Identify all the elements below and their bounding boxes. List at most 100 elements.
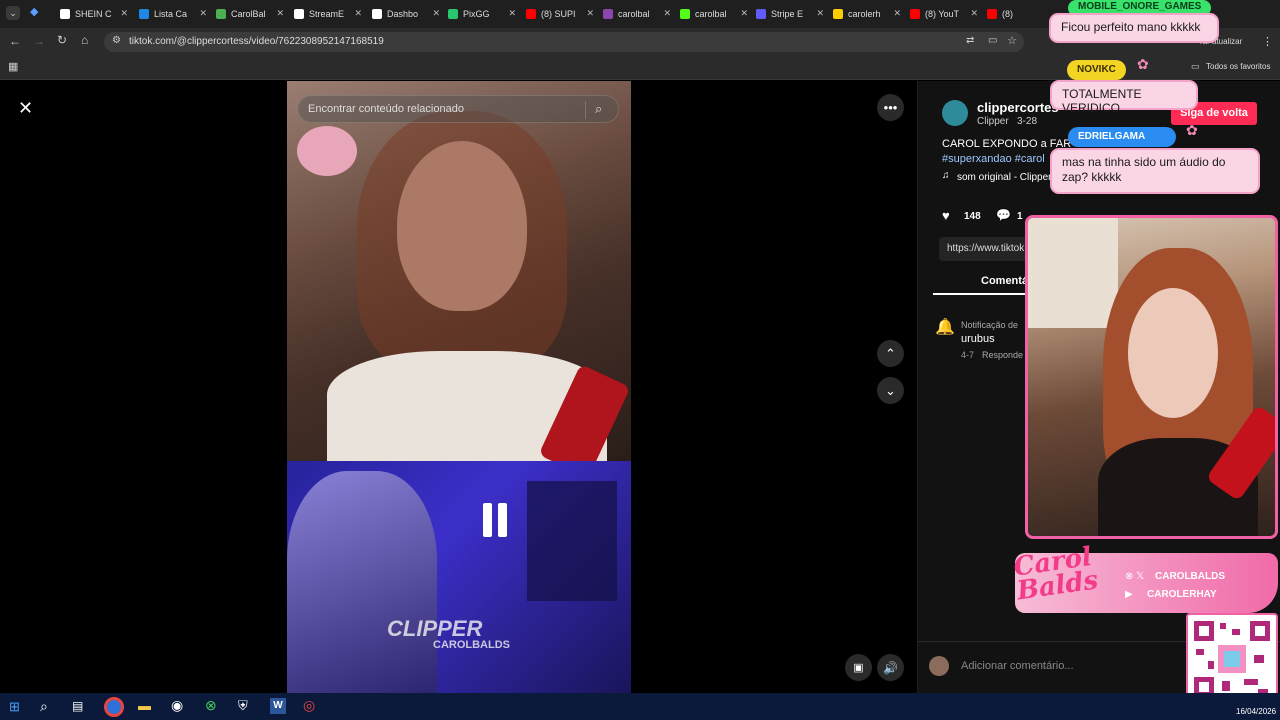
related-content-search[interactable]: Encontrar conteúdo relacionado ⌕ [297, 95, 619, 123]
volume-icon[interactable]: 🔊 [877, 654, 904, 681]
tab-label: carolbal [695, 9, 727, 19]
menu-icon[interactable]: ⋮ [1262, 35, 1273, 48]
browser-tab[interactable]: (8) SUPI ✕ [522, 3, 598, 25]
install-icon[interactable]: ▭ [988, 35, 997, 46]
youtube-icon: ▶ [1125, 589, 1133, 600]
browser-tab[interactable]: PixGG ✕ [444, 3, 520, 25]
reply-link[interactable]: Responde [982, 350, 1023, 360]
tab-close-icon[interactable]: ✕ [740, 8, 748, 19]
back-icon[interactable]: ← [9, 34, 21, 48]
browser-tab[interactable]: carolbal ✕ [599, 3, 675, 25]
music-note-icon: ♫ [942, 170, 950, 181]
add-comment-input[interactable]: Adicionar comentário... [956, 654, 1196, 678]
comment-author[interactable]: Notificação de [961, 320, 1018, 330]
browser-tab[interactable]: (8) YouT ✕ [906, 3, 982, 25]
author-avatar[interactable] [942, 100, 968, 126]
close-video-button[interactable]: ✕ [18, 98, 33, 119]
browser-tab[interactable]: SHEIN C ✕ [56, 3, 132, 25]
like-icon[interactable]: ♥ [942, 208, 950, 223]
tab-label: SHEIN C [75, 9, 112, 19]
author-username[interactable]: clippercortes [977, 100, 1059, 115]
taskbar-search-icon[interactable]: ⌕ [40, 698, 48, 715]
qr-code [1186, 613, 1278, 705]
clipper-watermark-sub: CAROLBALDS [433, 639, 510, 651]
tab-comments[interactable]: Comentá [981, 275, 1028, 287]
tab-label: Dashbo [387, 9, 419, 19]
bookmark-star-icon[interactable]: ☆ [1007, 34, 1017, 47]
pinned-tab[interactable]: ◆ [30, 5, 46, 21]
post-caption: CAROL EXPONDO a FAR [942, 138, 1072, 150]
social-x-handle: CAROLBALDS [1155, 571, 1225, 582]
chat-username-3: EDRIELGAMA [1068, 127, 1176, 147]
all-favorites-link[interactable]: Todos os favoritos [1206, 62, 1270, 71]
hair [357, 111, 567, 371]
tab-close-icon[interactable]: ✕ [586, 8, 594, 19]
plush-toy [297, 126, 357, 176]
tab-label: carolerh [848, 9, 881, 19]
browser-tab[interactable]: Lista Ca ✕ [135, 3, 211, 25]
browser-tab[interactable]: Dashbo ✕ [368, 3, 444, 25]
tab-close-icon[interactable]: ✕ [893, 8, 901, 19]
pause-icon[interactable] [483, 503, 509, 537]
xbox-icon[interactable]: ⊗ [205, 697, 217, 714]
chrome-icon[interactable] [104, 697, 124, 717]
next-video-button[interactable]: ⌄ [877, 377, 904, 404]
previous-video-button[interactable]: ⌃ [877, 340, 904, 367]
task-view-icon[interactable]: ▤ [72, 699, 83, 713]
site-info-icon[interactable]: ⚙ [112, 35, 121, 46]
windows-taskbar: ⊞ ⌕ ▤ ▬ ◉ ⊗ ⛨ W ◎ 16/04/2026 [0, 693, 1280, 720]
tab-close-icon[interactable]: ✕ [970, 8, 978, 19]
tab-favicon-icon [756, 9, 766, 19]
miniplayer-button[interactable]: ▣ [845, 654, 872, 681]
security-icon[interactable]: ⛨ [238, 698, 248, 714]
post-hashtags[interactable]: #superxandao #carol [942, 153, 1045, 165]
tab-close-icon[interactable]: ✕ [199, 8, 207, 19]
word-icon[interactable]: W [270, 698, 286, 714]
tab-close-icon[interactable]: ✕ [354, 8, 362, 19]
translate-icon[interactable]: ⇄ [966, 35, 974, 46]
tab-label: carolbal [618, 9, 650, 19]
comment-count: 1 [1017, 211, 1023, 222]
chat-message-1: Ficou perfeito mano kkkkk [1049, 13, 1219, 43]
browser-tab[interactable]: CarolBal ✕ [212, 3, 288, 25]
browser-tab[interactable]: StreamE ✕ [290, 3, 366, 25]
tab-close-icon[interactable]: ✕ [663, 8, 671, 19]
webcam-overlay [1025, 215, 1278, 539]
tab-favicon-icon [910, 9, 920, 19]
comment-text: urubus [961, 333, 995, 345]
obs-icon[interactable]: ◉ [171, 697, 183, 714]
video-frame-top[interactable] [287, 81, 631, 461]
more-options-button[interactable]: ••• [877, 94, 904, 121]
post-date: 3-28 [1017, 116, 1038, 127]
tab-search-button[interactable]: ⌄ [6, 6, 20, 20]
file-explorer-icon[interactable]: ▬ [138, 698, 151, 713]
flower-decoration: ✿ [1137, 56, 1149, 72]
tab-favicon-icon [294, 9, 304, 19]
browser-tab[interactable]: (8) [983, 3, 1043, 25]
tab-close-icon[interactable]: ✕ [276, 8, 284, 19]
apps-grid-icon[interactable]: ▦ [8, 60, 18, 73]
tab-close-icon[interactable]: ✕ [816, 8, 824, 19]
chat-message-2: TOTALMENTE VERIDICO [1050, 80, 1198, 115]
comment-icon[interactable]: 💬 [996, 208, 1011, 222]
tab-close-icon[interactable]: ✕ [432, 8, 440, 19]
tab-close-icon[interactable]: ✕ [120, 8, 128, 19]
search-icon[interactable]: ⌕ [595, 101, 602, 117]
tab-close-icon[interactable]: ✕ [508, 8, 516, 19]
home-icon[interactable]: ⌂ [81, 33, 88, 47]
url-field[interactable]: ⚙ tiktok.com/@clippercortess/video/76223… [104, 32, 1024, 52]
video-frame-bottom[interactable]: CLIPPER CAROLBALDS [287, 461, 631, 693]
browser-tab[interactable]: carolerh ✕ [829, 3, 905, 25]
tab-favicon-icon [833, 9, 843, 19]
post-link: https://www.tiktok [947, 243, 1025, 254]
tab-favicon-icon [987, 9, 997, 19]
browser-tab[interactable]: Stripe E ✕ [752, 3, 828, 25]
windows-start-icon[interactable]: ⊞ [9, 699, 20, 715]
forward-icon[interactable]: → [33, 34, 45, 48]
reload-icon[interactable]: ↻ [57, 33, 67, 47]
browser-tab[interactable]: carolbal ✕ [676, 3, 752, 25]
media-app-icon[interactable]: ◎ [303, 697, 315, 714]
sound-label[interactable]: som original - Clipper [957, 172, 1051, 183]
url-text: tiktok.com/@clippercortess/video/7622308… [129, 36, 384, 47]
comment-date: 4-7 [961, 350, 975, 360]
